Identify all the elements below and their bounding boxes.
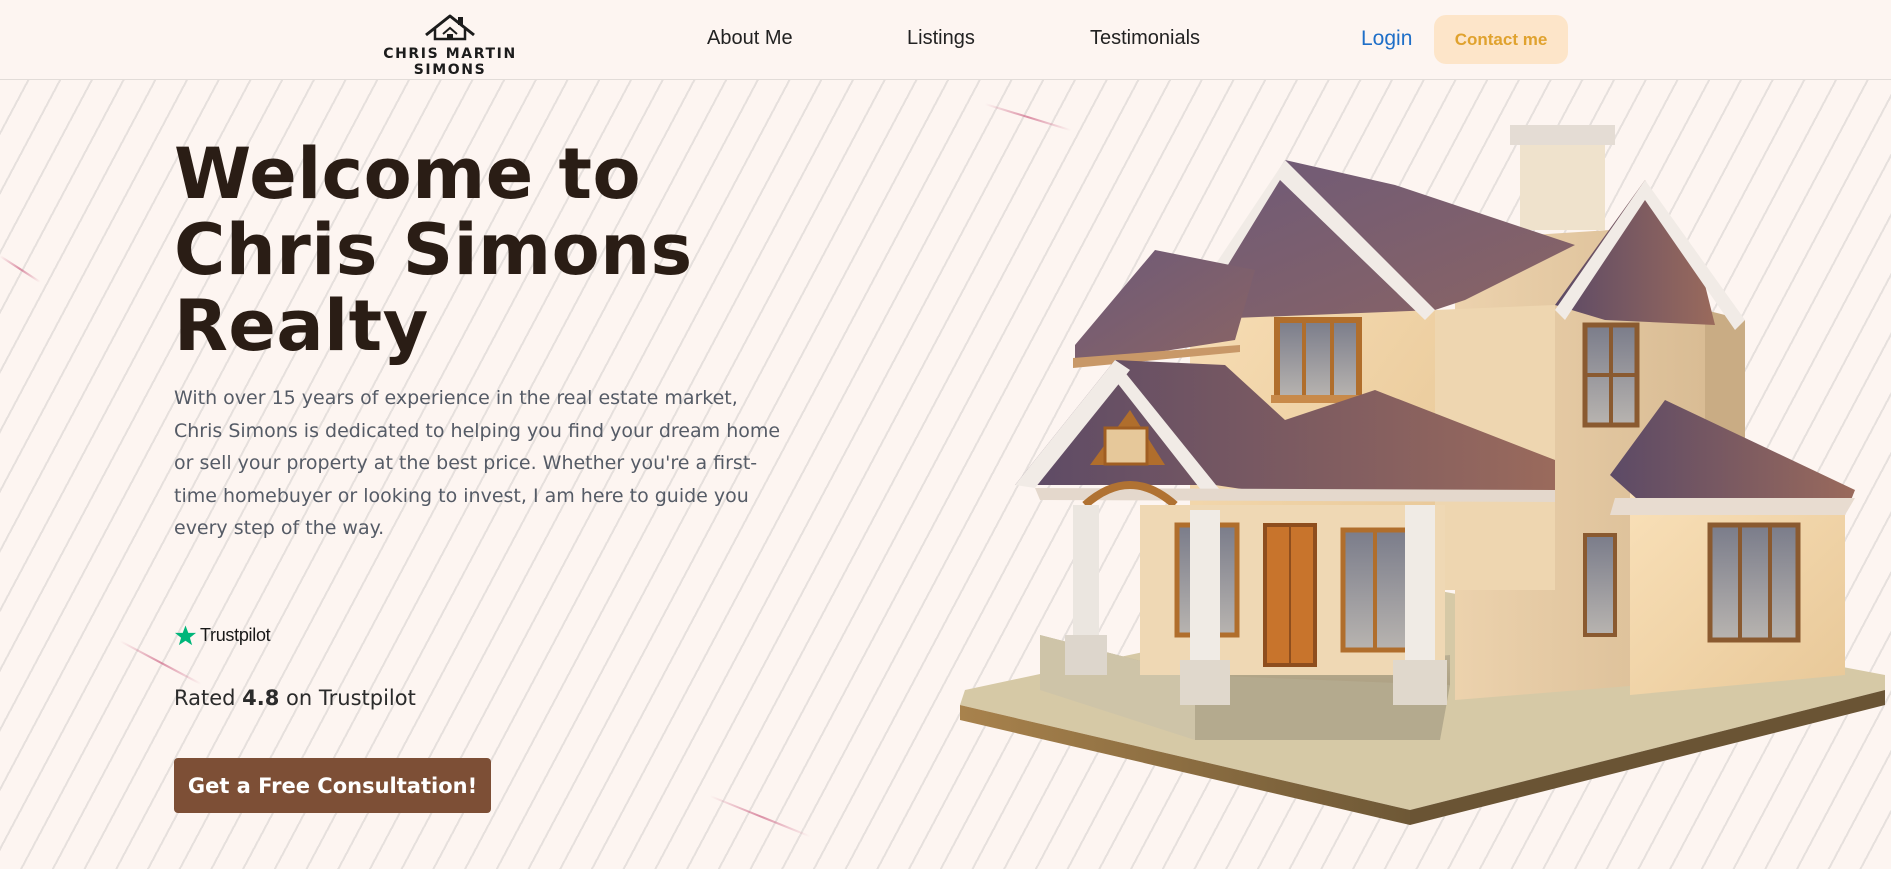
brand-name: CHRIS MARTIN SIMONS: [383, 46, 517, 78]
hero-title-line: Realty: [174, 285, 429, 367]
hero-description: With over 15 years of experience in the …: [174, 387, 781, 539]
nav-listings[interactable]: Listings: [907, 27, 975, 50]
house-illustration: [960, 125, 1885, 825]
trustpilot-wordmark: Trustpilot: [200, 624, 271, 645]
hero-title-line: Welcome to: [174, 133, 642, 215]
rating-text: Rated 4.8 on Trustpilot: [174, 686, 416, 710]
login-link[interactable]: Login: [1361, 27, 1412, 51]
nav-testimonials[interactable]: Testimonials: [1090, 27, 1200, 50]
rating-prefix: Rated: [174, 686, 243, 710]
rating-value: 4.8: [242, 686, 280, 710]
hero-title: Welcome to Chris Simons Realty: [174, 136, 894, 364]
trustpilot-logo[interactable]: Trustpilot: [174, 621, 271, 649]
hero-title-line: Chris Simons: [174, 209, 693, 291]
trustpilot-star-icon: [174, 624, 197, 645]
contact-button[interactable]: Contact me: [1434, 15, 1568, 64]
nav-about-me[interactable]: About Me: [707, 27, 793, 50]
free-consultation-button[interactable]: Get a Free Consultation!: [174, 758, 491, 813]
rating-suffix: on Trustpilot: [279, 686, 416, 710]
site-header: CHRIS MARTIN SIMONS About Me Listings Te…: [0, 0, 1891, 80]
brand-logo[interactable]: CHRIS MARTIN SIMONS: [352, 12, 548, 78]
house-roof-icon: [425, 14, 475, 41]
